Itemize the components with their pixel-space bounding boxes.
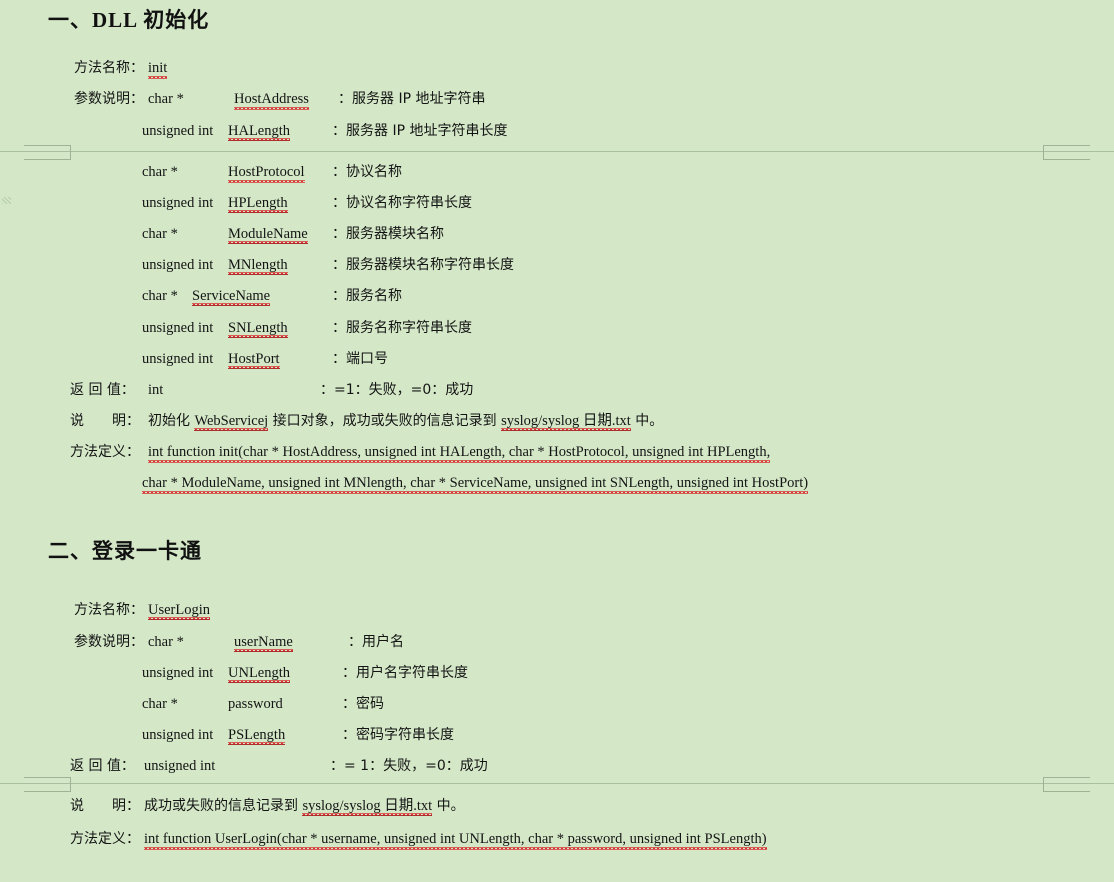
param-type: unsigned int bbox=[142, 665, 214, 681]
definition-line-1: int function init(char * HostAddress, un… bbox=[148, 444, 771, 463]
note-text-1c: 中。 bbox=[630, 413, 664, 429]
method-name-row-2: 方法名称： UserLogin bbox=[74, 602, 211, 620]
param-name: HPLength bbox=[228, 195, 288, 213]
param-name: PSLength bbox=[228, 727, 286, 745]
section-heading-1: 一、DLL 初始化 bbox=[48, 8, 210, 32]
param-type: unsigned int bbox=[142, 123, 214, 139]
page-break-marker-2 bbox=[0, 777, 1114, 792]
note-label-1: 说 明： bbox=[70, 413, 140, 429]
return-desc-2: ：= 1：失败，=0：成功 bbox=[330, 758, 488, 774]
page-break-rule bbox=[0, 151, 1114, 152]
params-label-2: 参数说明： bbox=[74, 634, 144, 650]
param-row-1-3: unsigned int HPLength ：协议名称字符串长度 bbox=[142, 195, 472, 213]
note-text-2a: 成功或失败的信息记录到 bbox=[144, 798, 303, 814]
param-type: unsigned int bbox=[142, 257, 214, 273]
method-name-row-1: 方法名称： init bbox=[74, 60, 168, 79]
return-value-1: int bbox=[148, 382, 164, 398]
page-break-bracket-left bbox=[24, 145, 71, 160]
param-name: ServiceName bbox=[192, 288, 271, 306]
method-name-label-1: 方法名称： bbox=[74, 60, 144, 76]
param-type: unsigned int bbox=[142, 320, 214, 336]
return-value-2: unsigned int bbox=[144, 758, 216, 774]
param-desc: ：用户名字符串长度 bbox=[342, 665, 468, 681]
param-type: char * bbox=[148, 634, 184, 650]
param-row-1-2: char * HostProtocol ：协议名称 bbox=[142, 164, 402, 183]
param-row-1-6: char * ServiceName ：服务名称 bbox=[142, 288, 402, 306]
param-row-2-2: char * password ：密码 bbox=[142, 696, 384, 713]
param-desc: ：服务名称 bbox=[332, 288, 402, 304]
note-label-2: 说 明： bbox=[70, 798, 140, 814]
param-name: HostPort bbox=[228, 351, 280, 369]
param-desc: ：密码 bbox=[342, 696, 384, 712]
page-break-bracket-left bbox=[24, 777, 71, 792]
page-break-marker-1 bbox=[0, 145, 1114, 160]
definition-row-1b: char * ModuleName, unsigned int MNlength… bbox=[142, 475, 809, 494]
note-code-1: WebServicej bbox=[194, 413, 269, 431]
param-name: HostAddress bbox=[234, 91, 309, 110]
param-type: unsigned int bbox=[142, 727, 214, 743]
param-type: char * bbox=[142, 164, 178, 180]
page-break-bracket-right bbox=[1043, 145, 1090, 160]
param-name: UNLength bbox=[228, 665, 291, 683]
render-artifact bbox=[2, 197, 11, 204]
param-name: userName bbox=[234, 634, 293, 652]
page-break-bracket-right bbox=[1043, 777, 1090, 792]
param-type: char * bbox=[142, 226, 178, 242]
return-label-2: 返 回 值： bbox=[70, 758, 135, 774]
param-desc: ：服务器 IP 地址字符串长度 bbox=[332, 123, 508, 139]
note-text-1a: 初始化 bbox=[148, 413, 195, 429]
param-name: HALength bbox=[228, 123, 291, 141]
param-row-1-7: unsigned int SNLength ：服务名称字符串长度 bbox=[142, 320, 472, 338]
note-text-1b: 接口对象，成功或失败的信息记录到 bbox=[268, 413, 502, 429]
param-row-1-8: unsigned int HostPort ：端口号 bbox=[142, 351, 388, 369]
method-name-label-2: 方法名称： bbox=[74, 602, 144, 618]
return-label-1: 返 回 值： bbox=[70, 382, 135, 398]
definition-label-2: 方法定义： bbox=[70, 831, 140, 847]
param-desc: ：协议名称 bbox=[332, 164, 402, 180]
definition-line-2-1: int function UserLogin(char * username, … bbox=[144, 831, 767, 850]
param-name: MNlength bbox=[228, 257, 288, 275]
param-type: unsigned int bbox=[142, 195, 214, 211]
param-row-1-5: unsigned int MNlength ：服务器模块名称字符串长度 bbox=[142, 257, 514, 275]
param-type: char * bbox=[142, 696, 178, 712]
definition-line-2: char * ModuleName, unsigned int MNlength… bbox=[142, 475, 809, 494]
section-heading-2: 二、登录一卡通 bbox=[48, 539, 202, 563]
param-desc: ：服务器 IP 地址字符串 bbox=[338, 91, 486, 107]
method-name-value-1: init bbox=[148, 60, 168, 79]
return-desc-1: ：=1：失败，=0：成功 bbox=[320, 382, 474, 398]
param-desc: ：服务器模块名称字符串长度 bbox=[332, 257, 514, 273]
param-row-1-4: char * ModuleName ：服务器模块名称 bbox=[142, 226, 444, 244]
param-name: ModuleName bbox=[228, 226, 308, 244]
param-desc: ：服务名称字符串长度 bbox=[332, 320, 472, 336]
param-desc: ：协议名称字符串长度 bbox=[332, 195, 472, 211]
param-desc: ：用户名 bbox=[348, 634, 404, 650]
return-row-2: 返 回 值： unsigned int ：= 1：失败，=0：成功 bbox=[70, 758, 488, 775]
param-type: unsigned int bbox=[142, 351, 214, 367]
param-desc: ：密码字符串长度 bbox=[342, 727, 454, 743]
definition-row-2: 方法定义： int function UserLogin(char * usern… bbox=[70, 831, 767, 850]
page-break-rule bbox=[0, 783, 1114, 784]
method-name-value-2: UserLogin bbox=[148, 602, 211, 620]
params-label-1: 参数说明： bbox=[74, 91, 144, 107]
definition-row-1: 方法定义： int function init(char * HostAddres… bbox=[70, 444, 771, 463]
param-row-2-3: unsigned int PSLength ：密码字符串长度 bbox=[142, 727, 454, 745]
return-row-1: 返 回 值： int ：=1：失败，=0：成功 bbox=[70, 382, 473, 399]
param-type: char * bbox=[148, 91, 184, 107]
definition-label-1: 方法定义： bbox=[70, 444, 140, 460]
param-desc: ：服务器模块名称 bbox=[332, 226, 444, 242]
note-text-2b: 中。 bbox=[432, 798, 465, 814]
param-name: HostProtocol bbox=[228, 164, 305, 183]
note-row-2: 说 明： 成功或失败的信息记录到 syslog/syslog 日期.txt 中。 bbox=[70, 798, 465, 816]
param-row-2-1: unsigned int UNLength ：用户名字符串长度 bbox=[142, 665, 468, 683]
note-path-2: syslog/syslog 日期.txt bbox=[302, 798, 433, 816]
param-row-1-1: unsigned int HALength ：服务器 IP 地址字符串长度 bbox=[142, 123, 507, 141]
param-row-2-0: 参数说明： char * userName ：用户名 bbox=[74, 634, 404, 652]
note-path-1: syslog/syslog 日期.txt bbox=[501, 413, 631, 431]
param-row-1-0: 参数说明： char * HostAddress ：服务器 IP 地址字符串 bbox=[74, 91, 486, 110]
param-name: password bbox=[228, 696, 283, 712]
note-row-1: 说 明： 初始化 WebServicej 接口对象，成功或失败的信息记录到 sys… bbox=[70, 413, 663, 431]
param-type: char * bbox=[142, 288, 178, 304]
param-desc: ：端口号 bbox=[332, 351, 388, 367]
param-name: SNLength bbox=[228, 320, 288, 338]
